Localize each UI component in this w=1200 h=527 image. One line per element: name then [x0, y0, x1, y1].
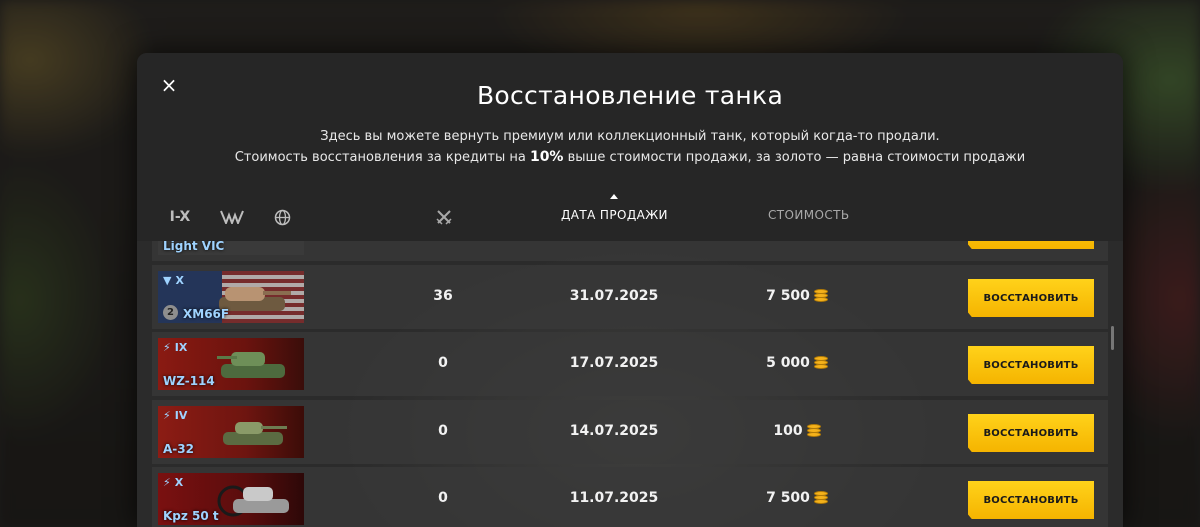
battles-count: 0 [438, 355, 448, 371]
table-header: I-X ДАТА ПРОДАЖИ СТОИМОСТЬ [137, 194, 1123, 238]
tank-image [217, 485, 289, 517]
sale-date: 11.07.2025 [569, 490, 659, 506]
price-value: 7 500 [766, 490, 810, 506]
tier-value: X [174, 476, 184, 489]
tank-image [223, 422, 287, 445]
restore-button[interactable] [968, 241, 1094, 249]
gold-coins-icon [806, 424, 821, 438]
battles-count: 36 [433, 288, 453, 304]
gold-coins-icon [813, 491, 828, 505]
restore-price: 100 [742, 423, 852, 439]
tank-name: XM66F [183, 307, 230, 321]
tank-thumbnail: ⚡ X Kpz 50 t [158, 473, 304, 525]
price-value: 5 000 [766, 355, 810, 371]
battles-count: 0 [438, 490, 448, 506]
tier-label: ▼ X [163, 274, 184, 287]
tank-thumbnail: ▼ X 2 XM66F [158, 271, 304, 323]
description-text-end: выше стоимости продажи, за золото — равн… [563, 150, 1026, 165]
tank-thumbnail: Light VIC [158, 241, 304, 255]
elite-icon: ⚡ [163, 341, 171, 354]
tank-name: WZ-114 [163, 374, 215, 388]
gold-coins-icon [813, 289, 828, 303]
elite-icon: ⚡ [163, 409, 171, 422]
nation-filter-globe-icon[interactable] [271, 206, 293, 228]
price-value: 7 500 [766, 288, 810, 304]
tank-thumbnail: ⚡ IV A-32 [158, 406, 304, 458]
scrollbar[interactable] [1111, 326, 1114, 350]
tier-value: IV [174, 409, 188, 422]
description-line-1: Здесь вы можете вернуть премиум или колл… [320, 129, 940, 144]
battles-count: 0 [438, 423, 448, 439]
dialog-description: Здесь вы можете вернуть премиум или колл… [137, 127, 1123, 168]
tank-image [217, 352, 285, 378]
elite-icon: ⚡ [163, 476, 171, 489]
restore-button[interactable]: ВОССТАНОВИТЬ [968, 481, 1094, 519]
description-percent: 10% [529, 149, 564, 165]
tank-name: A-32 [163, 442, 194, 456]
tier-label: ⚡ X [163, 476, 183, 489]
sale-date: 14.07.2025 [569, 423, 659, 439]
table-row[interactable]: Light VIC [152, 241, 1108, 261]
tier-label: ⚡ IX [163, 341, 187, 354]
tank-restore-dialog: × Восстановление танка Здесь вы можете в… [137, 53, 1123, 527]
tank-thumbnail: ⚡ IX WZ-114 [158, 338, 304, 390]
dialog-title: Восстановление танка [476, 81, 784, 110]
sale-date: 17.07.2025 [569, 355, 659, 371]
restore-price: 5 000 [742, 355, 852, 371]
restore-price: 7 500 [742, 490, 852, 506]
description-line-2: Стоимость восстановления за кредиты на 1… [137, 147, 1123, 168]
tier-value: IX [174, 341, 188, 354]
table-row[interactable]: ⚡ X Kpz 50 t 0 11.07.2025 7 500 ВОССТАНОВ… [152, 467, 1108, 527]
column-cost[interactable]: СТОИМОСТЬ [768, 208, 849, 222]
description-text: Стоимость восстановления за кредиты на [234, 150, 530, 165]
tier-value: X [175, 274, 184, 287]
vehicle-type-filter-icon[interactable] [219, 206, 245, 228]
restore-price: 7 500 [742, 288, 852, 304]
restore-button[interactable]: ВОССТАНОВИТЬ [968, 414, 1094, 452]
restore-button[interactable]: ВОССТАНОВИТЬ [968, 346, 1094, 384]
table-row[interactable]: ▼ X 2 XM66F 36 31.07.2025 7 500 ВОССТАНОВ… [152, 265, 1108, 329]
tank-name: Kpz 50 t [163, 509, 219, 523]
tier-filter[interactable]: I-X [167, 206, 193, 228]
mastery-badge: 2 [163, 305, 178, 320]
sale-date: 31.07.2025 [569, 288, 659, 304]
price-value: 100 [773, 423, 803, 439]
tier-label: ⚡ IV [163, 409, 187, 422]
table-row[interactable]: ⚡ IV A-32 0 14.07.2025 100 ВОССТАНОВИТЬ [152, 400, 1108, 464]
column-sale-date[interactable]: ДАТА ПРОДАЖИ [561, 208, 668, 222]
tank-list: Light VIC ▼ X 2 XM66F 36 31.07.2025 7 500 [152, 241, 1108, 527]
table-row[interactable]: ⚡ IX WZ-114 0 17.07.2025 5 000 ВОССТАНОВИ… [152, 332, 1108, 396]
tank-name: Light VIC [163, 241, 225, 253]
crossed-swords-icon[interactable] [433, 206, 455, 228]
restore-button[interactable]: ВОССТАНОВИТЬ [968, 279, 1094, 317]
premium-marker-icon: ▼ [163, 274, 172, 287]
sort-ascending-icon [610, 194, 618, 199]
gold-coins-icon [813, 356, 828, 370]
